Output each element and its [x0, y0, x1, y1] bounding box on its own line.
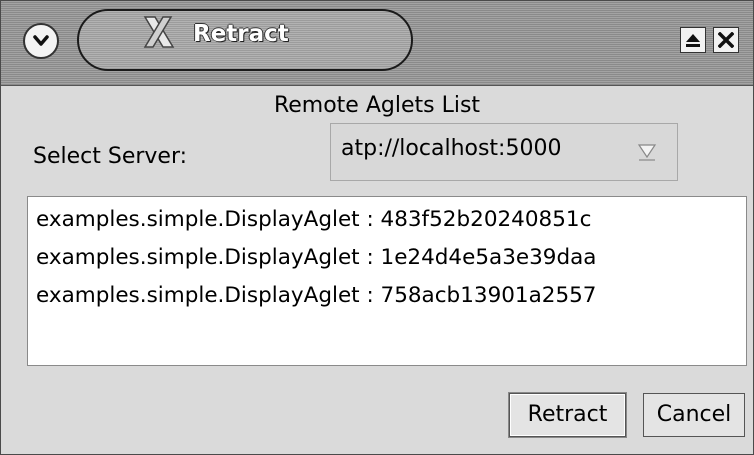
- list-item[interactable]: examples.simple.DisplayAglet : 1e24d4e5a…: [36, 245, 596, 270]
- close-button[interactable]: [713, 27, 739, 53]
- list-item[interactable]: examples.simple.DisplayAglet : 758acb139…: [36, 283, 597, 308]
- retract-dialog-window: Retract Remote Aglets List Select Server…: [0, 0, 754, 455]
- title-bar[interactable]: Retract: [1, 1, 753, 86]
- server-select[interactable]: atp://localhost:5000: [330, 123, 678, 181]
- aglet-list[interactable]: examples.simple.DisplayAglet : 483f52b20…: [27, 196, 747, 366]
- server-label: Select Server:: [33, 144, 188, 169]
- server-select-value: atp://localhost:5000: [341, 136, 562, 161]
- window-menu-button[interactable]: [23, 23, 59, 59]
- close-icon: [718, 32, 734, 48]
- retract-button[interactable]: Retract: [509, 393, 626, 437]
- x-logo-icon: [143, 16, 175, 48]
- shade-button[interactable]: [680, 27, 706, 53]
- dialog-heading: Remote Aglets List: [273, 93, 481, 118]
- window-title: Retract: [193, 21, 289, 47]
- chevron-down-circle-icon: [33, 35, 49, 46]
- cancel-button[interactable]: Cancel: [643, 393, 745, 437]
- list-item[interactable]: examples.simple.DisplayAglet : 483f52b20…: [36, 207, 591, 232]
- dropdown-arrow-icon[interactable]: [636, 141, 658, 163]
- eject-icon: [686, 34, 700, 47]
